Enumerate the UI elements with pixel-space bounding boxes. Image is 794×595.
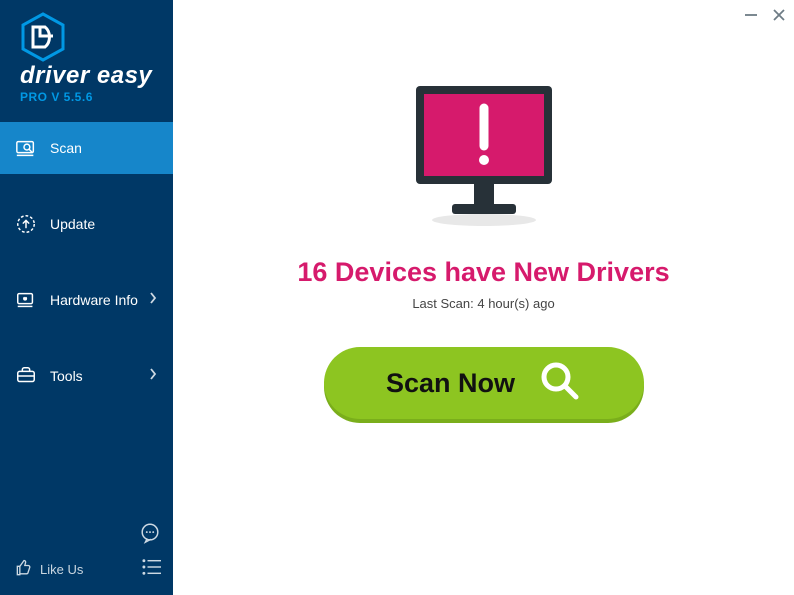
- nav-label-hardware: Hardware Info: [50, 292, 138, 308]
- scan-now-button[interactable]: Scan Now: [324, 347, 644, 419]
- nav: Scan Update Hardware Info: [0, 122, 173, 426]
- chevron-right-icon: [149, 367, 157, 385]
- minimize-button[interactable]: [742, 6, 760, 24]
- nav-item-update[interactable]: Update: [0, 198, 173, 250]
- close-button[interactable]: [770, 6, 788, 24]
- hardware-icon: [14, 288, 38, 312]
- main-pane: 16 Devices have New Drivers Last Scan: 4…: [173, 0, 794, 595]
- tools-icon: [14, 364, 38, 388]
- nav-item-hardware[interactable]: Hardware Info: [0, 274, 173, 326]
- bottom-bar: Like Us: [0, 558, 173, 595]
- last-scan-label: Last Scan: 4 hour(s) ago: [412, 296, 554, 311]
- status-headline: 16 Devices have New Drivers: [297, 257, 669, 288]
- like-us-label: Like Us: [40, 562, 83, 577]
- scan-now-label: Scan Now: [386, 368, 515, 399]
- menu-icon[interactable]: [141, 558, 163, 581]
- chevron-right-icon: [149, 291, 157, 309]
- search-icon: [539, 360, 581, 407]
- nav-label-scan: Scan: [50, 140, 82, 156]
- title-bar: [173, 0, 794, 30]
- logo-icon: [20, 12, 173, 62]
- like-us-button[interactable]: Like Us: [14, 558, 83, 581]
- update-icon: [14, 212, 38, 236]
- feedback-icon[interactable]: [139, 522, 161, 549]
- nav-item-tools[interactable]: Tools: [0, 350, 173, 402]
- monitor-illustration: [404, 80, 564, 235]
- thumbs-up-icon: [14, 558, 34, 581]
- logo-area: driver easy PRO V 5.5.6: [0, 0, 173, 112]
- nav-item-scan[interactable]: Scan: [0, 122, 173, 174]
- nav-label-update: Update: [50, 216, 95, 232]
- version-label: PRO V 5.5.6: [20, 90, 173, 104]
- sidebar: driver easy PRO V 5.5.6 Scan U: [0, 0, 173, 595]
- scan-icon: [14, 136, 38, 160]
- nav-label-tools: Tools: [50, 368, 83, 384]
- brand-name: driver easy: [20, 64, 173, 88]
